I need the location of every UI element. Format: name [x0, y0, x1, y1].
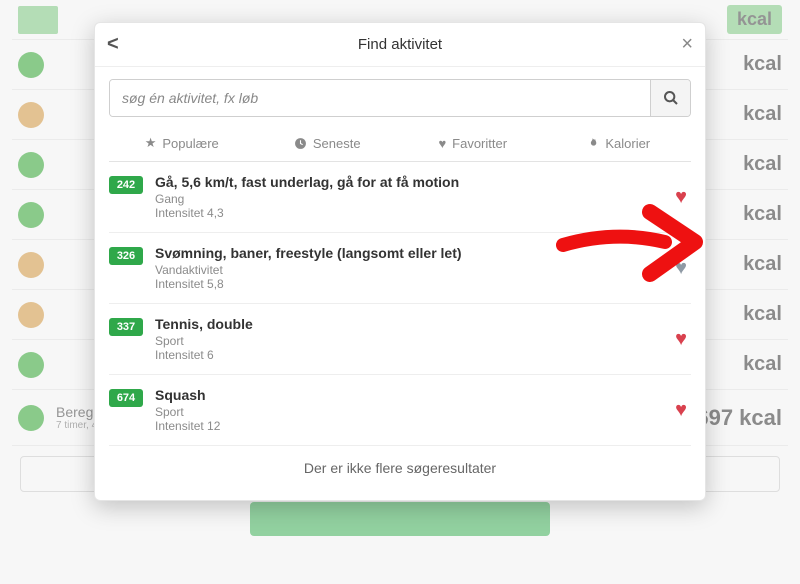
- search-wrapper: [109, 79, 691, 117]
- result-category: Gang: [155, 192, 663, 206]
- result-category: Vandaktivitet: [155, 263, 663, 277]
- modal-header: < Find aktivitet ×: [95, 23, 705, 67]
- favorite-toggle[interactable]: ♥: [675, 258, 687, 278]
- result-title: Gå, 5,6 km/t, fast underlag, gå for at f…: [155, 174, 663, 190]
- chevron-left-icon: <: [107, 33, 119, 56]
- heart-icon: ♥: [438, 136, 446, 151]
- back-button[interactable]: <: [107, 23, 119, 66]
- result-title: Squash: [155, 387, 663, 403]
- calorie-badge: 242: [109, 176, 143, 194]
- tab-popular[interactable]: ★ Populære: [109, 127, 255, 161]
- result-intensity: Intensitet 5,8: [155, 277, 663, 291]
- result-intensity: Intensitet 6: [155, 348, 663, 362]
- tab-calories[interactable]: Kalorier: [546, 127, 692, 161]
- heart-icon: ♥: [675, 399, 687, 421]
- result-item[interactable]: 242 Gå, 5,6 km/t, fast underlag, gå for …: [109, 162, 691, 233]
- calorie-badge: 337: [109, 318, 143, 336]
- favorite-toggle[interactable]: ♥: [675, 400, 687, 420]
- result-intensity: Intensitet 12: [155, 419, 663, 433]
- favorite-toggle[interactable]: ♥: [675, 329, 687, 349]
- tab-label: Favoritter: [452, 136, 507, 151]
- heart-icon: ♥: [675, 186, 687, 208]
- tab-label: Seneste: [313, 136, 361, 151]
- heart-icon: ♥: [675, 257, 687, 279]
- results-list: 242 Gå, 5,6 km/t, fast underlag, gå for …: [109, 162, 691, 446]
- tab-label: Kalorier: [605, 136, 650, 151]
- calorie-badge: 326: [109, 247, 143, 265]
- heart-icon: ♥: [675, 328, 687, 350]
- result-item[interactable]: 326 Svømning, baner, freestyle (langsomt…: [109, 233, 691, 304]
- filter-tabs: ★ Populære Seneste ♥ Favoritter Kalorier: [109, 127, 691, 162]
- result-category: Sport: [155, 334, 663, 348]
- calorie-badge: 674: [109, 389, 143, 407]
- close-button[interactable]: ×: [681, 23, 693, 66]
- favorite-toggle[interactable]: ♥: [675, 187, 687, 207]
- search-input[interactable]: [110, 80, 650, 116]
- find-activity-modal: < Find aktivitet × ★ Populære: [94, 22, 706, 501]
- search-button[interactable]: [650, 80, 690, 116]
- modal-title: Find aktivitet: [358, 36, 442, 53]
- star-icon: ★: [145, 135, 157, 151]
- no-more-results: Der er ikke flere søgeresultater: [109, 446, 691, 494]
- clock-icon: [294, 137, 307, 150]
- result-category: Sport: [155, 405, 663, 419]
- search-icon: [663, 90, 679, 106]
- flame-icon: [586, 137, 599, 150]
- tab-label: Populære: [162, 136, 218, 151]
- result-item[interactable]: 337 Tennis, double Sport Intensitet 6 ♥: [109, 304, 691, 375]
- close-icon: ×: [681, 33, 693, 56]
- result-title: Svømning, baner, freestyle (langsomt ell…: [155, 245, 663, 261]
- result-item[interactable]: 674 Squash Sport Intensitet 12 ♥: [109, 375, 691, 446]
- result-intensity: Intensitet 4,3: [155, 206, 663, 220]
- tab-recent[interactable]: Seneste: [255, 127, 401, 161]
- result-title: Tennis, double: [155, 316, 663, 332]
- tab-favorites[interactable]: ♥ Favoritter: [400, 127, 546, 161]
